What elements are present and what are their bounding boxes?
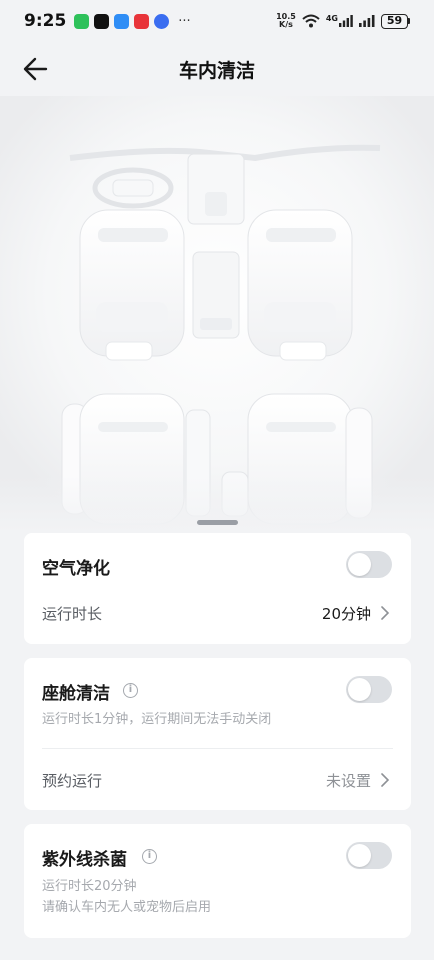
schedule-label: 预约运行 [42, 772, 103, 790]
network-type: 4G [325, 14, 338, 23]
wechat-icon [74, 13, 90, 29]
air-runtime-label: 运行时长 [42, 605, 103, 623]
cabin-cleaning-card: 座舱清洁 i 运行时长1分钟，运行期间无法手动关闭 预约运行 未设置 [24, 658, 411, 810]
red-app-icon [134, 13, 150, 29]
uv-sterilization-card: 紫外线杀菌 i 运行时长20分钟 请确认车内无人或宠物后启用 [24, 824, 411, 938]
divider [42, 748, 393, 749]
schedule-row[interactable]: 预约运行 未设置 [24, 760, 411, 800]
status-time: 9:25 [24, 11, 67, 31]
status-bar: 9:25 ··· 10.5 K/s 4G 59 [0, 0, 434, 42]
uv-description-line2: 请确认车内无人或宠物后启用 [42, 900, 212, 915]
air-purification-toggle[interactable] [346, 551, 392, 578]
air-runtime-value: 20分钟 [321, 605, 371, 623]
network-speed-unit: K/s [279, 20, 293, 29]
blue-app-icon [154, 13, 170, 29]
status-right: 10.5 K/s 4G 59 [276, 13, 410, 29]
air-purification-title: 空气净化 [42, 559, 110, 579]
chevron-right-icon [381, 773, 390, 787]
wifi-icon [302, 14, 320, 28]
toggle-knob [348, 844, 371, 867]
air-runtime-row[interactable]: 运行时长 20分钟 [24, 593, 411, 633]
front-left-seat [79, 209, 185, 361]
signal-4g: 4G [326, 15, 353, 27]
toggle-knob [348, 553, 371, 576]
signal-icon-2 [359, 15, 375, 27]
car-interior-illustration [0, 96, 434, 532]
drag-handle[interactable] [197, 520, 238, 525]
tiktok-icon [94, 13, 110, 29]
cabin-cleaning-toggle[interactable] [346, 676, 392, 703]
toggle-knob [348, 678, 371, 701]
uv-sterilization-title: 紫外线杀菌 [42, 850, 127, 870]
schedule-value: 未设置 [325, 772, 371, 790]
more-notifications-icon: ··· [178, 13, 191, 29]
uv-sterilization-toggle[interactable] [346, 842, 392, 869]
front-right-seat [247, 209, 353, 361]
battery-level: 59 [381, 13, 408, 29]
info-icon[interactable]: i [142, 849, 157, 864]
uv-description-line1: 运行时长20分钟 [42, 879, 137, 894]
info-icon[interactable]: i [123, 683, 138, 698]
battery-icon: 59 [381, 13, 410, 29]
cabin-cleaning-description: 运行时长1分钟，运行期间无法手动关闭 [42, 712, 272, 727]
page-title: 车内清洁 [178, 60, 255, 82]
cabin-cleaning-title: 座舱清洁 [42, 684, 110, 704]
chevron-right-icon [381, 606, 390, 620]
page-header: 车内清洁 [0, 46, 434, 92]
signal-icon [339, 15, 353, 27]
notification-app-icons: ··· [74, 13, 191, 29]
network-speed: 10.5 K/s [276, 13, 296, 29]
air-purification-card: 空气净化 运行时长 20分钟 [24, 533, 411, 644]
cloud-app-icon [114, 13, 130, 29]
